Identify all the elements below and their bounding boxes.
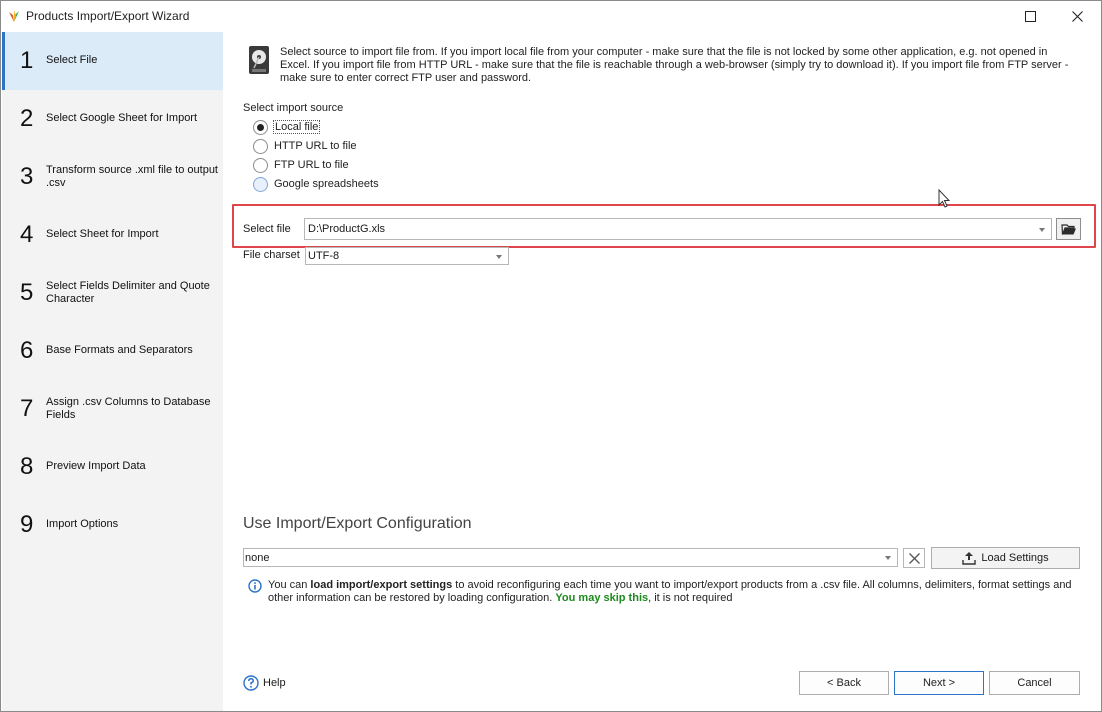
step-select-sheet[interactable]: 4 Select Sheet for Import — [2, 206, 223, 264]
step-label: Select Google Sheet for Import — [46, 112, 198, 124]
wizard-window: Products Import/Export Wizard 1 Select F… — [0, 0, 1102, 712]
close-button[interactable] — [1054, 1, 1100, 32]
radio-label: Local file — [272, 120, 321, 134]
step-fields-delimiter[interactable]: 5 Select Fields Delimiter and Quote Char… — [2, 264, 223, 322]
app-logo-icon — [9, 10, 19, 22]
radio-label: HTTP URL to file — [274, 140, 357, 152]
skip-note: You may skip this — [555, 592, 649, 604]
radio-button[interactable] — [253, 176, 268, 192]
step-number: 5 — [20, 279, 34, 306]
mouse-cursor-icon — [938, 189, 951, 208]
step-label: Assign .csv Columns to Database Fields — [46, 396, 211, 421]
step-preview-import[interactable]: 8 Preview Import Data — [2, 438, 223, 496]
chevron-down-icon[interactable] — [1039, 228, 1045, 232]
load-settings-button[interactable]: Load Settings — [931, 547, 1080, 569]
radio-label: FTP URL to file — [274, 159, 349, 171]
browse-folder-button[interactable] — [1056, 218, 1081, 240]
configuration-combobox[interactable]: none — [243, 548, 898, 567]
hard-drive-icon — [249, 46, 269, 74]
radio-local-file[interactable]: Local file — [253, 119, 321, 135]
step-select-google-sheet[interactable]: 2 Select Google Sheet for Import — [2, 90, 223, 148]
step-number: 4 — [20, 221, 34, 248]
window-title: Products Import/Export Wizard — [26, 9, 190, 23]
step-transform-xml[interactable]: 3 Transform source .xml file to output .… — [2, 148, 223, 206]
step-label: Preview Import Data — [46, 460, 146, 472]
step-number: 8 — [20, 453, 34, 480]
help-link[interactable]: Help — [243, 675, 286, 691]
step-number: 9 — [20, 511, 34, 538]
info-text-part: You can — [268, 579, 311, 591]
select-file-label: Select file — [243, 223, 291, 235]
maximize-button[interactable] — [1007, 1, 1053, 32]
intro-text: Select source to import file from. If yo… — [280, 46, 1069, 84]
configuration-info-text: You can load import/export settings to a… — [268, 579, 1088, 605]
step-label: Select Fields Delimiter and Quote Charac… — [46, 280, 210, 305]
step-number: 2 — [20, 105, 34, 132]
cancel-button[interactable]: Cancel — [989, 671, 1080, 695]
configuration-value: none — [245, 552, 270, 564]
step-label: Import Options — [46, 518, 119, 530]
step-assign-columns[interactable]: 7 Assign .csv Columns to Database Fields — [2, 380, 223, 438]
file-charset-label: File charset — [243, 249, 300, 261]
chevron-down-icon[interactable] — [496, 255, 502, 259]
step-base-formats[interactable]: 6 Base Formats and Separators — [2, 322, 223, 380]
wizard-steps-sidebar: 1 Select File 2 Select Google Sheet for … — [2, 32, 223, 711]
radio-button[interactable] — [253, 138, 268, 154]
step-label: Transform source .xml file to output .cs… — [46, 164, 218, 189]
close-icon — [908, 552, 920, 564]
folder-open-icon — [1060, 223, 1076, 235]
step-label: Select Sheet for Import — [46, 228, 159, 240]
help-icon — [243, 675, 259, 691]
step-import-options[interactable]: 9 Import Options — [2, 496, 223, 554]
info-text-bold: load import/export settings — [310, 579, 453, 591]
load-settings-label: Load Settings — [981, 552, 1049, 564]
radio-http-url[interactable]: HTTP URL to file — [253, 138, 357, 154]
radio-google-spreadsheets[interactable]: Google spreadsheets — [253, 176, 379, 192]
next-button[interactable]: Next > — [894, 671, 984, 695]
select-file-value: D:\ProductG.xls — [308, 223, 386, 235]
upload-icon — [962, 552, 977, 565]
main-panel: Select source to import file from. If yo… — [223, 32, 1101, 711]
step-number: 6 — [20, 337, 34, 364]
step-label: Select File — [46, 54, 98, 66]
radio-button[interactable] — [253, 119, 268, 135]
file-charset-combobox[interactable]: UTF-8 — [305, 247, 509, 265]
back-button[interactable]: < Back — [799, 671, 889, 695]
radio-label: Google spreadsheets — [274, 178, 379, 190]
help-label: Help — [263, 677, 286, 689]
close-icon — [1071, 11, 1083, 22]
title-bar: Products Import/Export Wizard — [1, 1, 1101, 32]
step-label: Base Formats and Separators — [46, 344, 193, 356]
maximize-icon — [1024, 11, 1036, 22]
info-text-part: , it is not required — [648, 592, 733, 604]
import-source-label: Select import source — [243, 102, 344, 114]
step-number: 3 — [20, 163, 34, 190]
clear-configuration-button[interactable] — [903, 548, 925, 568]
file-charset-value: UTF-8 — [308, 250, 340, 262]
step-number: 1 — [20, 47, 34, 74]
select-file-combobox[interactable]: D:\ProductG.xls — [304, 218, 1052, 240]
radio-ftp-url[interactable]: FTP URL to file — [253, 157, 349, 173]
step-number: 7 — [20, 395, 34, 422]
radio-button[interactable] — [253, 157, 268, 173]
chevron-down-icon[interactable] — [885, 556, 891, 560]
configuration-title: Use Import/Export Configuration — [243, 515, 472, 532]
info-icon — [248, 579, 262, 593]
step-select-file[interactable]: 1 Select File — [2, 32, 223, 90]
